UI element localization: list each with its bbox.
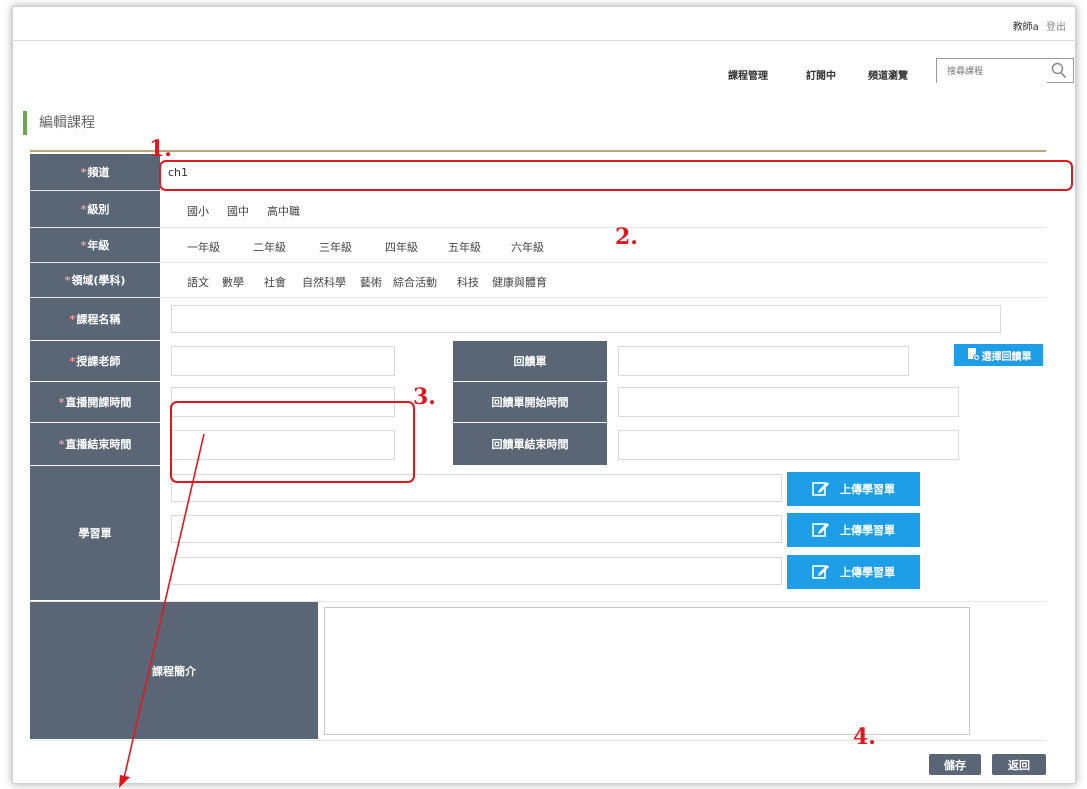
annotation-arrow xyxy=(119,433,205,788)
